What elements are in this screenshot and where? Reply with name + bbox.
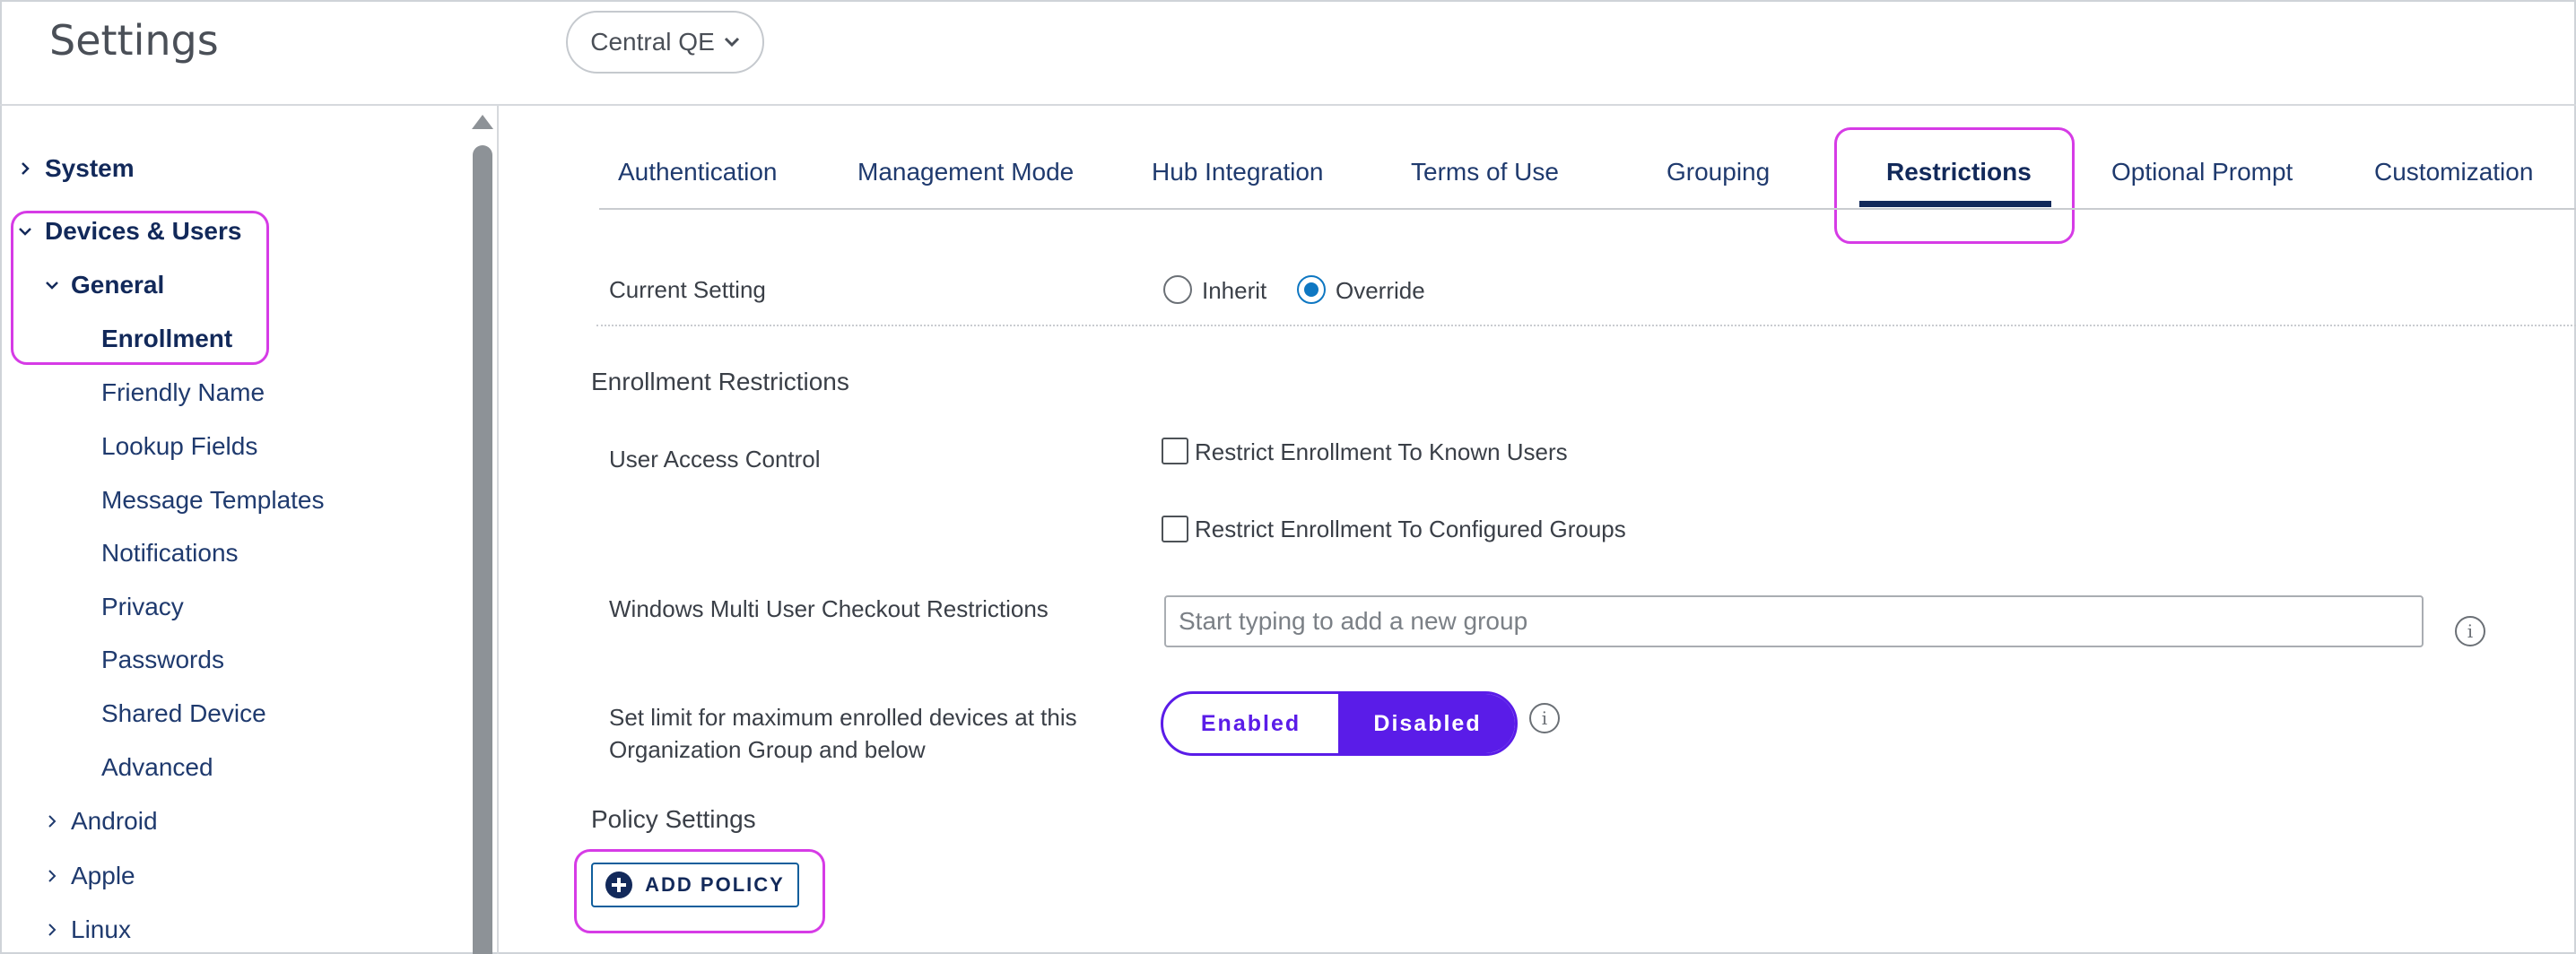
chevron-down-icon	[724, 37, 739, 48]
sidebar-item-passwords[interactable]: Passwords	[101, 646, 224, 674]
windows-multi-user-label: Windows Multi User Checkout Restrictions	[609, 595, 1049, 622]
sidebar-item-message-templates[interactable]: Message Templates	[101, 486, 325, 515]
add-policy-label: ADD POLICY	[645, 873, 785, 896]
sidebar: System Devices & Users General Enrollmen…	[0, 106, 499, 954]
sidebar-item-shared-device[interactable]: Shared Device	[101, 699, 266, 728]
sidebar-item-lookup-fields[interactable]: Lookup Fields	[101, 432, 257, 461]
active-tab-indicator	[1859, 201, 2051, 207]
enabled-toggle-option[interactable]: Enabled	[1163, 694, 1338, 753]
tab-authentication[interactable]: Authentication	[618, 158, 777, 186]
sidebar-item-android[interactable]: Android	[71, 807, 158, 836]
header: Settings Central QE	[0, 0, 2576, 106]
page-title: Settings	[49, 16, 219, 65]
override-radio[interactable]	[1297, 275, 1326, 304]
tab-hub-integration[interactable]: Hub Integration	[1152, 158, 1323, 186]
user-access-control-label: User Access Control	[609, 446, 821, 473]
tab-optional-prompt[interactable]: Optional Prompt	[2111, 158, 2293, 186]
info-icon[interactable]: i	[1529, 703, 1560, 733]
tab-bar: Authentication Management Mode Hub Integ…	[599, 134, 2576, 210]
sidebar-item-notifications[interactable]: Notifications	[101, 539, 239, 568]
plus-circle-icon	[605, 872, 633, 898]
current-setting-label: Current Setting	[609, 276, 766, 303]
inherit-label: Inherit	[1202, 277, 1267, 304]
sidebar-item-apple[interactable]: Apple	[71, 862, 135, 890]
tab-restrictions[interactable]: Restrictions	[1886, 158, 2032, 186]
org-group-label: Central QE	[590, 28, 715, 56]
sidebar-item-advanced[interactable]: Advanced	[101, 753, 213, 782]
group-search-input[interactable]	[1164, 595, 2424, 647]
restrict-known-users-checkbox[interactable]	[1162, 438, 1188, 464]
sidebar-item-linux[interactable]: Linux	[71, 915, 131, 944]
restrict-configured-groups-checkbox[interactable]	[1162, 516, 1188, 542]
chevron-right-icon[interactable]	[18, 161, 32, 176]
restrict-configured-groups-label: Restrict Enrollment To Configured Groups	[1195, 516, 1626, 542]
chevron-right-icon[interactable]	[45, 923, 59, 937]
sidebar-item-enrollment[interactable]: Enrollment	[101, 325, 232, 353]
inherit-radio[interactable]	[1163, 275, 1192, 304]
tab-management-mode[interactable]: Management Mode	[857, 158, 1074, 186]
sidebar-item-general[interactable]: General	[71, 271, 164, 299]
section-divider	[596, 325, 2576, 326]
restrict-known-users-label: Restrict Enrollment To Known Users	[1195, 438, 1568, 465]
enrollment-restrictions-title: Enrollment Restrictions	[591, 368, 849, 395]
org-group-dropdown[interactable]: Central QE	[566, 11, 764, 74]
add-policy-button[interactable]: ADD POLICY	[591, 863, 799, 907]
sidebar-item-devices-users[interactable]: Devices & Users	[45, 217, 241, 246]
override-label: Override	[1336, 277, 1425, 304]
chevron-down-icon[interactable]	[18, 224, 32, 238]
max-enrolled-label-line2: Organization Group and below	[609, 736, 926, 763]
tab-customization[interactable]: Customization	[2374, 158, 2533, 186]
sidebar-item-friendly-name[interactable]: Friendly Name	[101, 378, 265, 407]
sidebar-item-privacy[interactable]: Privacy	[101, 593, 184, 621]
max-enrolled-toggle: Enabled Disabled	[1161, 691, 1518, 756]
info-icon[interactable]: i	[2455, 616, 2485, 646]
chevron-down-icon[interactable]	[45, 278, 59, 292]
max-enrolled-label-line1: Set limit for maximum enrolled devices a…	[609, 704, 1077, 731]
tab-terms-of-use[interactable]: Terms of Use	[1411, 158, 1559, 186]
scroll-up-arrow[interactable]	[472, 115, 493, 129]
chevron-right-icon[interactable]	[45, 869, 59, 883]
sidebar-item-system[interactable]: System	[45, 154, 135, 183]
chevron-right-icon[interactable]	[45, 814, 59, 828]
policy-settings-title: Policy Settings	[591, 805, 756, 833]
sidebar-scrollbar[interactable]	[473, 145, 492, 954]
disabled-toggle-option[interactable]: Disabled	[1338, 694, 1515, 753]
tab-grouping[interactable]: Grouping	[1667, 158, 1770, 186]
